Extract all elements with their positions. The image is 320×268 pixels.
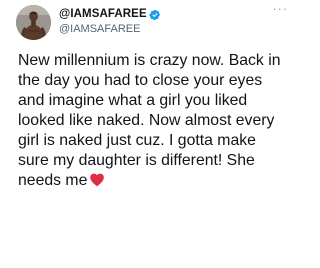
tweet-text: New millennium is crazy now. Back in the… (18, 51, 288, 191)
more-options-icon[interactable]: ··· (270, 1, 290, 15)
avatar-image (16, 5, 51, 40)
red-heart-icon (89, 173, 105, 187)
tweet-body: New millennium is crazy now. Back in the… (18, 52, 281, 189)
name-row: @IAMSAFAREE (59, 6, 161, 22)
avatar[interactable] (16, 5, 51, 40)
display-name[interactable]: @IAMSAFAREE (59, 8, 147, 20)
handle[interactable]: @IAMSAFAREE (59, 23, 161, 35)
tweet-card: @IAMSAFAREE @IAMSAFAREE ··· New millenni… (0, 0, 300, 268)
user-info: @IAMSAFAREE @IAMSAFAREE (59, 6, 161, 35)
verified-badge-icon (149, 8, 161, 21)
